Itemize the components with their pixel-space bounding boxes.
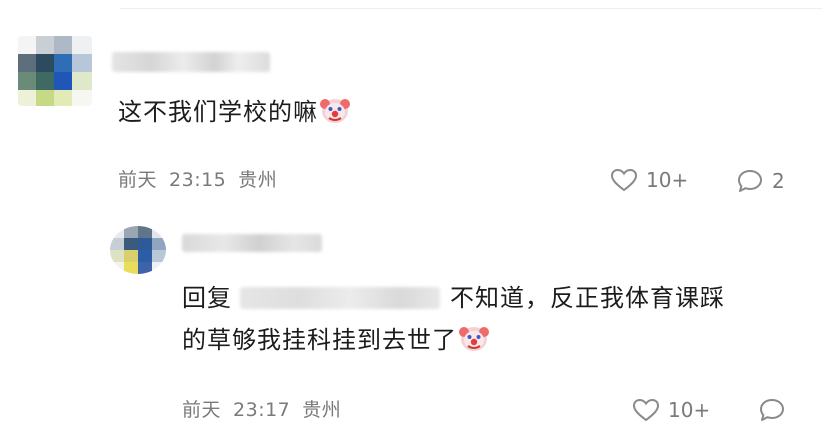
reply-body-part2: 的草够我挂科挂到去世了 — [182, 326, 457, 354]
reply-button[interactable] — [758, 397, 786, 423]
comment-text: 这不我们学校的嘛 — [118, 96, 350, 132]
comment-time: 23:15 — [169, 169, 227, 191]
chat-bubble-icon — [736, 168, 764, 194]
top-divider — [120, 8, 822, 9]
reply-time: 23:17 — [233, 399, 291, 421]
reply-date: 前天 — [182, 399, 222, 421]
chat-bubble-icon — [758, 397, 786, 423]
like-count: 10+ — [668, 398, 711, 422]
clown-face-icon — [459, 324, 489, 360]
comment-meta: 前天 23:15 贵州 — [118, 168, 289, 192]
heart-icon — [632, 398, 660, 422]
like-button[interactable]: 10+ — [610, 168, 688, 192]
clown-face-icon — [320, 96, 350, 132]
reply-prefix: 回复 — [182, 284, 232, 312]
username-blurred[interactable] — [182, 234, 322, 252]
avatar[interactable] — [110, 226, 166, 274]
reply-button[interactable]: 2 — [736, 168, 785, 194]
mentioned-username-blurred[interactable] — [240, 287, 440, 309]
reply-location: 贵州 — [302, 399, 342, 421]
avatar[interactable] — [18, 36, 92, 106]
reply-text-line-2: 的草够我挂科挂到去世了 — [182, 324, 489, 360]
reply-count: 2 — [772, 169, 785, 193]
comment-location: 贵州 — [238, 169, 278, 191]
comment-body: 这不我们学校的嘛 — [118, 98, 318, 126]
username-blurred[interactable] — [112, 52, 270, 72]
reply-body-part1: 不知道，反正我体育课踩 — [450, 284, 725, 312]
heart-icon — [610, 168, 638, 192]
reply-meta: 前天 23:17 贵州 — [182, 398, 353, 422]
like-button[interactable]: 10+ — [632, 398, 710, 422]
like-count: 10+ — [646, 168, 689, 192]
comment-date: 前天 — [118, 169, 158, 191]
reply-text-line-1: 回复 不知道，反正我体育课踩 — [182, 282, 725, 314]
